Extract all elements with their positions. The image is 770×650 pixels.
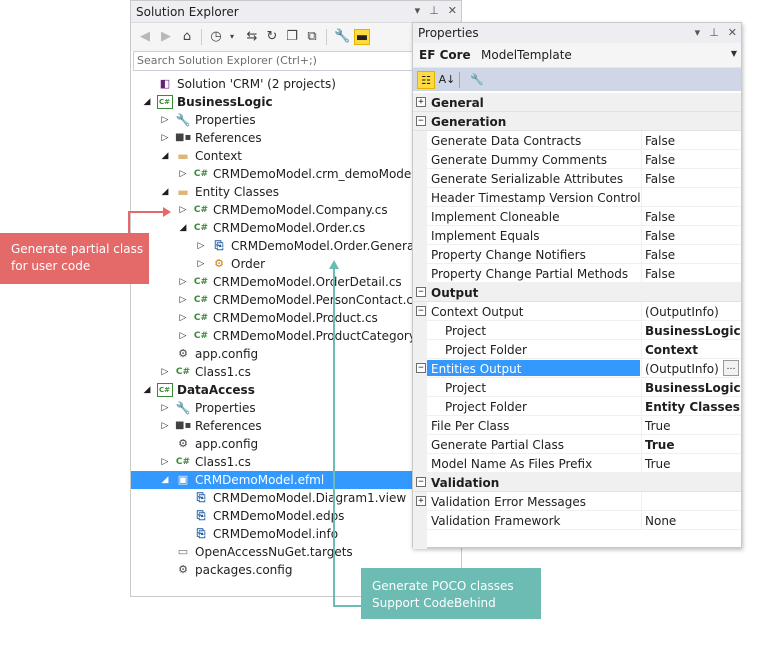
teal-connector-line <box>333 266 361 607</box>
poco-classes-callout: Generate POCO classes Support CodeBehind <box>361 568 541 619</box>
partial-class-callout: Generate partial class for user code <box>0 233 149 284</box>
red-arrowhead-icon <box>163 207 171 217</box>
teal-arrowhead-icon <box>329 260 339 269</box>
callout-connectors <box>128 207 361 607</box>
